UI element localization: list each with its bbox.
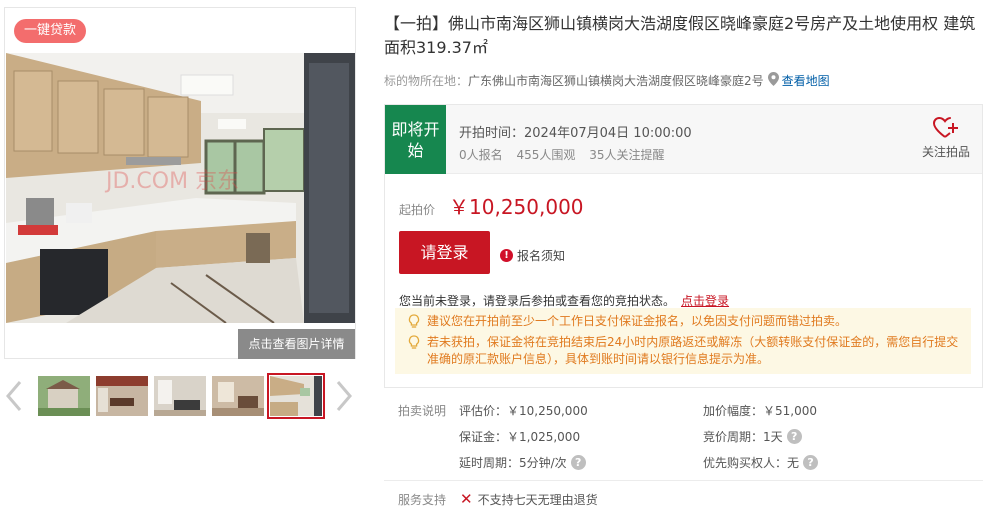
location-label: 标的物所在地：	[384, 74, 469, 88]
starting-price-value: ￥10,250,000	[449, 195, 584, 219]
login-tip: 您当前未登录，请登录后参拍或查看您的竞拍状态。 点击登录	[399, 292, 729, 309]
bid-increment-text: 加价幅度：￥51,000	[703, 404, 817, 418]
priority-buyer-text: 优先购买权人：无	[703, 456, 800, 470]
view-map-link[interactable]: 查看地图	[782, 72, 830, 89]
loan-badge[interactable]: 一键贷款	[14, 19, 87, 43]
follow-button[interactable]: 关注拍品	[918, 117, 974, 160]
deposit: 保证金：￥1,025,000	[459, 428, 580, 445]
registration-notice-link[interactable]: ! 报名须知	[500, 247, 565, 264]
question-icon[interactable]: ?	[803, 455, 819, 470]
location-address: 广东佛山市南海区狮山镇横岗大浩湖度假区晓峰豪庭2号	[468, 74, 764, 88]
thumbnail-dining[interactable]	[96, 376, 148, 416]
appraisal-price: 评估价：￥10,250,000	[459, 402, 588, 419]
map-pin-icon	[767, 72, 779, 89]
watermark: JD.COM 京东	[104, 169, 239, 194]
chevron-left-icon[interactable]	[4, 376, 24, 416]
auction-stats: 0人报名 455人围观 35人关注提醒	[459, 146, 674, 163]
view-detail-button[interactable]: 点击查看图片详情	[238, 329, 355, 359]
priority-buyer: 优先购买权人：无 ?	[703, 454, 819, 471]
login-tip-text: 您当前未登录，请登录后参拍或查看您的竞拍状态。	[399, 294, 676, 308]
cross-icon: ✕	[460, 490, 473, 508]
registration-notice-label: 报名须知	[517, 249, 566, 263]
warning-icon: !	[500, 249, 513, 262]
divider	[384, 480, 983, 481]
service-item: 不支持七天无理由退货	[477, 492, 598, 507]
bidding-cycle-text: 竞价周期：1天	[703, 430, 783, 444]
thumbnail-kitchen-active[interactable]	[267, 373, 325, 419]
signup-count: 0人报名	[459, 148, 503, 162]
heart-plus-icon	[933, 117, 958, 138]
thumbnail-exterior[interactable]	[38, 376, 90, 416]
bid-increment: 加价幅度：￥51,000	[703, 402, 817, 419]
delay-cycle: 延时周期：5分钟/次 ?	[459, 454, 586, 471]
deposit-text: 保证金：￥1,025,000	[459, 430, 581, 444]
main-photo-panel[interactable]: JD.COM 京东 一键贷款 点击查看图片详情	[4, 7, 356, 359]
description-label: 拍卖说明	[398, 404, 447, 418]
listing-title: 【一拍】佛山市南海区狮山镇横岗大浩湖度假区晓峰豪庭2号房产及土地使用权 建筑面积…	[384, 14, 976, 57]
reminder-count: 35人关注提醒	[589, 148, 665, 162]
service-label: 服务支持	[398, 492, 447, 507]
service-support-row: 服务支持 ✕ 不支持七天无理由退货	[384, 490, 598, 508]
thumbnail-room[interactable]	[212, 376, 264, 416]
login-button[interactable]: 请登录	[399, 231, 490, 274]
appraisal-price-text: 评估价：￥10,250,000	[459, 404, 588, 418]
view-count: 455人围观	[516, 148, 576, 162]
question-icon[interactable]: ?	[570, 455, 586, 470]
tip-item: 若未获拍，保证金将在竞拍结束后24小时内原路返还或解冻（大额转账支付保证金的，需…	[403, 334, 963, 368]
kitchen-photo[interactable]: JD.COM 京东	[6, 53, 355, 323]
tips-box: 建议您在开拍前至少一个工作日支付保证金报名，以免因支付问题而错过拍卖。 若未获拍…	[395, 308, 971, 374]
tip-text: 若未获拍，保证金将在竞拍结束后24小时内原路返还或解冻（大额转账支付保证金的，需…	[427, 335, 959, 366]
chevron-right-icon[interactable]	[334, 376, 354, 416]
tip-text: 建议您在开拍前至少一个工作日支付保证金报名，以免因支付问题而错过拍卖。	[427, 314, 848, 328]
location-row: 标的物所在地： 广东佛山市南海区狮山镇横岗大浩湖度假区晓峰豪庭2号 查看地图	[384, 72, 830, 89]
delay-cycle-text: 延时周期：5分钟/次	[459, 456, 567, 470]
start-time: 开拍时间：2024年07月04日 10:00:00	[459, 126, 692, 141]
status-tag: 即将开始	[385, 105, 446, 174]
starting-price-label: 起拍价	[399, 203, 436, 217]
tip-item: 建议您在开拍前至少一个工作日支付保证金报名，以免因支付问题而错过拍卖。	[403, 313, 963, 330]
click-login-link[interactable]: 点击登录	[681, 294, 729, 308]
auction-panel: 即将开始 开拍时间：2024年07月04日 10:00:00 0人报名 455人…	[384, 104, 983, 388]
lightbulb-icon	[408, 314, 420, 334]
question-icon[interactable]: ?	[786, 429, 802, 444]
thumbnail-living[interactable]	[154, 376, 206, 416]
follow-label: 关注拍品	[921, 145, 970, 159]
lightbulb-icon	[408, 335, 420, 355]
status-header: 即将开始 开拍时间：2024年07月04日 10:00:00 0人报名 455人…	[385, 105, 982, 174]
starting-price-row: 起拍价 ￥10,250,000	[399, 191, 584, 220]
thumbnail-strip	[4, 370, 356, 424]
bidding-cycle: 竞价周期：1天 ?	[703, 428, 802, 445]
